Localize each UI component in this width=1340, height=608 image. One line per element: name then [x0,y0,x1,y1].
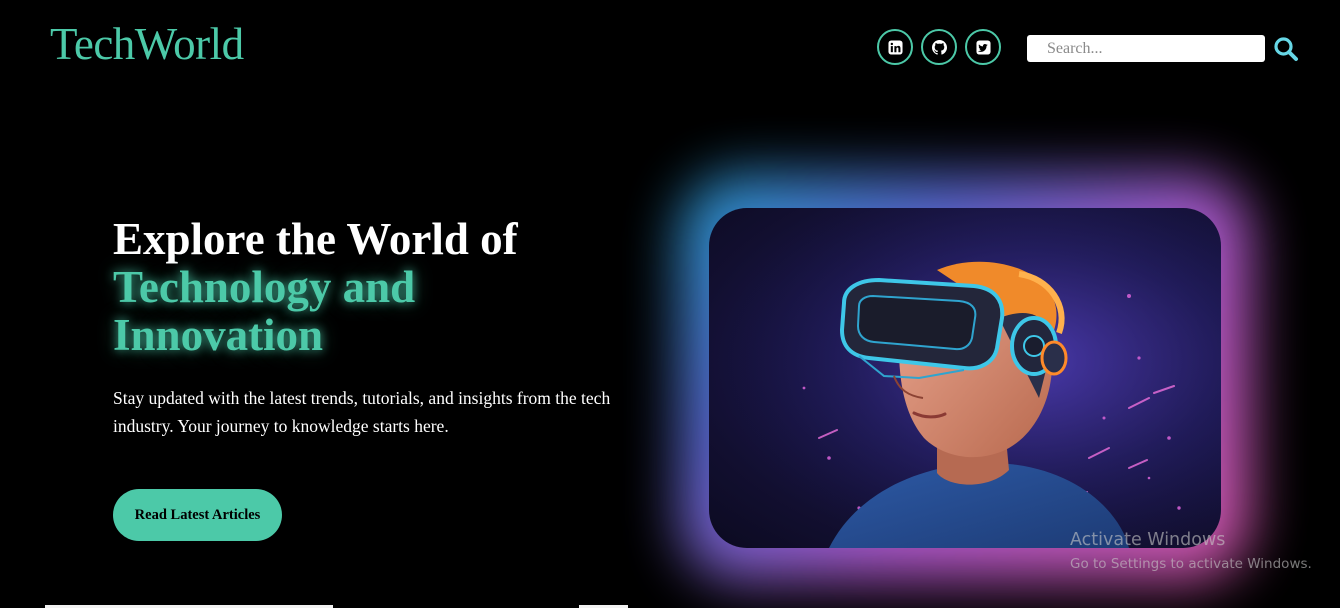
hero-description: Stay updated with the latest trends, tut… [113,388,611,436]
hero-title-accent: Technology and Innovation [113,262,416,360]
github-icon [931,39,947,55]
hero-image [709,208,1221,548]
search-input[interactable] [1027,35,1265,62]
github-link[interactable] [921,29,957,65]
twitter-link[interactable] [965,29,1001,65]
social-links [877,29,1001,65]
read-latest-articles-button[interactable]: Read Latest Articles [113,489,282,541]
activate-windows-subtitle: Go to Settings to activate Windows. [1070,556,1312,572]
linkedin-link[interactable] [877,29,913,65]
activate-windows-title: Activate Windows [1070,530,1226,550]
linkedin-icon [887,39,903,55]
site-logo[interactable]: TechWorld [50,22,244,67]
twitter-icon [975,39,991,55]
vr-person-illustration [709,208,1221,548]
search-icon [1274,37,1298,61]
search-button[interactable] [1273,36,1299,62]
hero-title: Explore the World of Technology and Inno… [113,215,633,359]
hero-title-line: Explore the World of [113,214,518,264]
